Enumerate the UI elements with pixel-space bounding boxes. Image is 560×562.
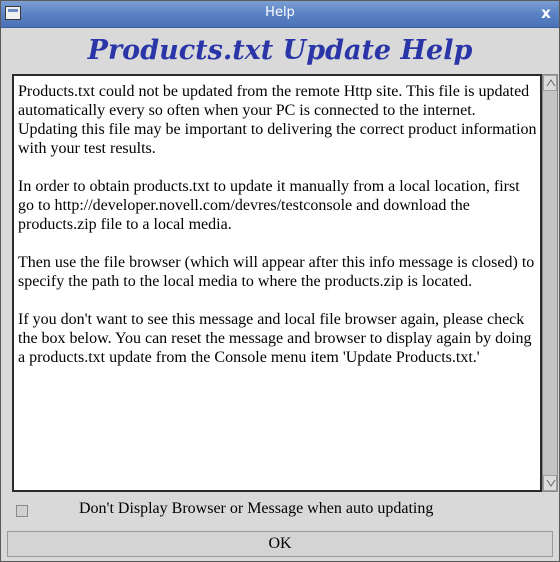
title-bar[interactable]: Help x [1,1,559,28]
help-paragraph: If you don't want to see this message an… [18,311,532,366]
help-dialog-window: Help x Products.txt Update Help Products… [0,0,560,562]
dont-display-checkbox-label[interactable]: Don't Display Browser or Message when au… [79,500,433,518]
window-title: Help [265,5,295,20]
arrow-up-icon [546,79,556,87]
close-button[interactable]: x [539,4,553,22]
help-paragraph: In order to obtain products.txt to updat… [18,178,520,233]
help-text-area[interactable]: Products.txt could not be updated from t… [12,74,542,492]
help-heading: Products.txt Update Help [87,35,473,66]
help-paragraph: Products.txt could not be updated from t… [18,83,537,157]
vertical-scrollbar[interactable] [542,74,558,492]
arrow-down-icon [546,479,556,487]
help-text-content: Products.txt could not be updated from t… [18,82,538,386]
scroll-down-button[interactable] [543,475,557,491]
dont-display-checkbox[interactable] [16,505,28,517]
ok-button[interactable]: OK [7,531,553,557]
auto-update-option-row: Don't Display Browser or Message when au… [1,493,559,527]
scroll-up-button[interactable] [543,75,557,91]
help-paragraph: Then use the file browser (which will ap… [18,254,535,290]
